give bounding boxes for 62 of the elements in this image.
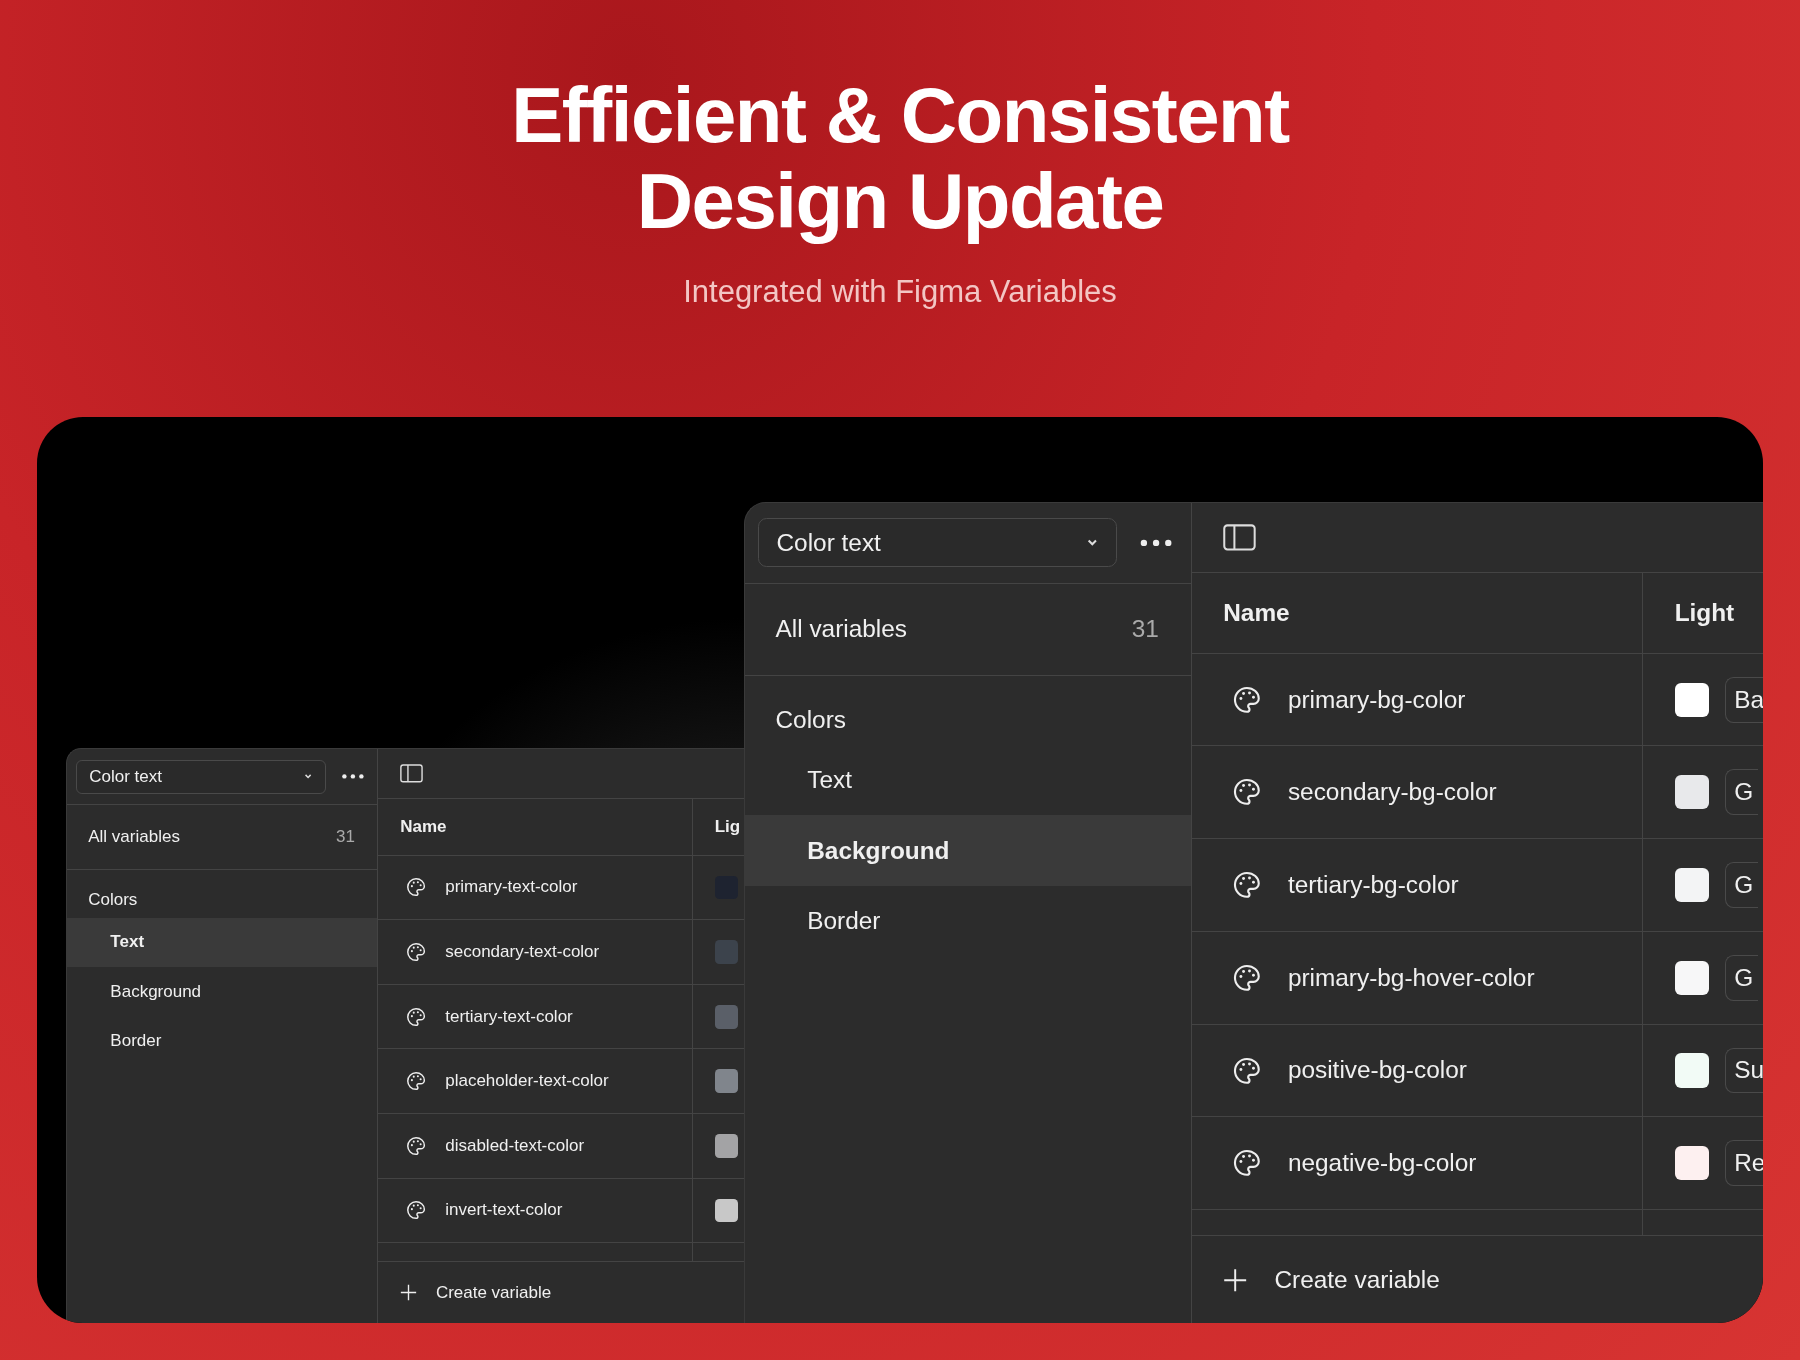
variable-name: negative-bg-color [1287, 1149, 1477, 1178]
color-swatch[interactable] [1674, 867, 1709, 903]
category-item[interactable]: Background [745, 815, 1191, 886]
variable-name: primary-bg-color [1287, 685, 1466, 714]
palette-icon [405, 941, 428, 964]
color-swatch[interactable] [1674, 1053, 1709, 1088]
sidebar-toggle-icon[interactable] [1223, 524, 1257, 551]
value-field[interactable]: G [1724, 954, 1759, 1001]
category-item[interactable]: Text [67, 917, 378, 967]
category-item[interactable]: Border [67, 1016, 378, 1066]
headline: Efficient & Consistent [511, 72, 1289, 158]
color-swatch[interactable] [1674, 682, 1709, 717]
color-swatch[interactable] [714, 1133, 739, 1158]
variable-name: disabled-text-color [445, 1135, 585, 1156]
column-header: Lig [713, 815, 742, 838]
variable-name: tertiary-text-color [445, 1006, 573, 1027]
variable-name: primary-bg-hover-color [1287, 963, 1535, 992]
category-item[interactable]: Text [745, 744, 1191, 816]
category-item[interactable]: Background [67, 967, 378, 1017]
variable-name: invert-text-color [445, 1200, 563, 1221]
all-variables-label: All variables [775, 615, 907, 644]
palette-icon [405, 1070, 428, 1093]
value-field[interactable]: G [1724, 862, 1759, 908]
plus-icon [400, 1284, 418, 1302]
sidebar-toggle-icon[interactable] [400, 763, 424, 783]
palette-icon [405, 1134, 428, 1157]
more-icon[interactable] [1139, 537, 1174, 548]
value-field[interactable]: G [1724, 769, 1759, 816]
all-variables-label: All variables [88, 826, 180, 847]
color-swatch[interactable] [714, 1004, 739, 1029]
palette-icon [405, 876, 428, 899]
column-header: Name [1191, 573, 1643, 653]
more-icon[interactable] [341, 773, 366, 780]
color-swatch[interactable] [714, 1069, 739, 1094]
variable-name: primary-text-color [445, 877, 578, 898]
group-label: Colors [774, 704, 847, 735]
column-header: Name [378, 798, 693, 855]
variable-count: 31 [1131, 615, 1159, 644]
variable-name: positive-bg-color [1287, 1056, 1467, 1085]
create-variable-button[interactable]: Create variable [378, 1262, 745, 1323]
color-swatch[interactable] [1674, 775, 1709, 810]
variable-name: secondary-bg-color [1287, 778, 1497, 807]
variable-name: secondary-text-color [445, 942, 600, 963]
palette-icon [405, 1005, 428, 1028]
color-swatch[interactable] [1674, 1146, 1709, 1181]
variable-name: placeholder-text-color [445, 1071, 609, 1092]
color-swatch[interactable] [714, 1198, 739, 1223]
subtitle: Integrated with Figma Variables [683, 274, 1117, 310]
category-item[interactable]: Border [745, 885, 1191, 957]
variable-count: 31 [336, 826, 355, 847]
color-swatch[interactable] [1674, 960, 1709, 995]
collection-dropdown[interactable]: Color text [76, 759, 327, 794]
column-header: Light [1673, 597, 1736, 628]
create-variable-button[interactable]: Create variable [1191, 1236, 1763, 1323]
group-label: Colors [87, 889, 139, 912]
palette-icon [405, 1199, 428, 1222]
collection-dropdown[interactable]: Color text [758, 518, 1118, 568]
headline: Design Update [636, 158, 1164, 244]
color-swatch[interactable] [714, 940, 739, 964]
value-field[interactable]: Su [1724, 1047, 1763, 1094]
plus-icon [1223, 1267, 1248, 1292]
variable-name: tertiary-bg-color [1287, 871, 1459, 900]
